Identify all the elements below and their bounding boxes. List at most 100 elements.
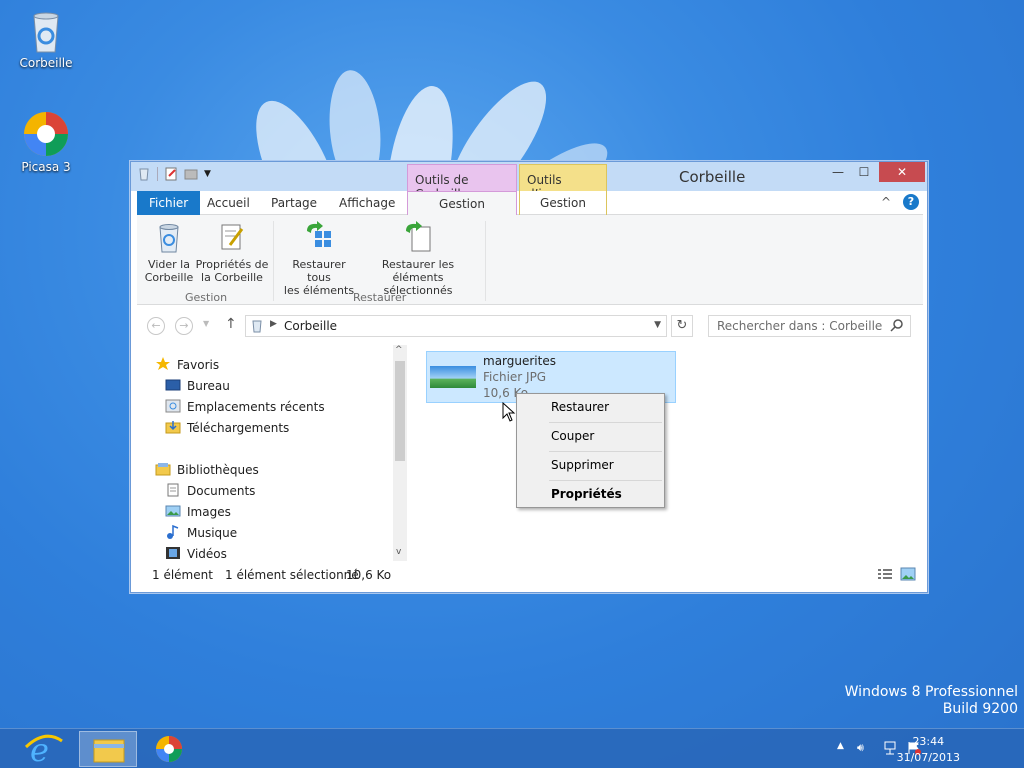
desktop-icon-label: Picasa 3: [21, 160, 71, 174]
tab-affichage[interactable]: Affichage: [327, 191, 407, 215]
properties-icon: [216, 221, 248, 253]
mouse-cursor-icon: [502, 401, 516, 425]
address-dropdown-icon[interactable]: ▼: [654, 320, 661, 330]
empty-bin-label-2: Corbeille: [144, 271, 194, 284]
nav-item-music[interactable]: Musique: [165, 523, 237, 543]
menu-item-proprietes[interactable]: Propriétés: [519, 481, 662, 508]
recent-places-icon: [165, 399, 181, 413]
volume-icon[interactable]: 🔊︎: [857, 741, 864, 755]
title-bar[interactable]: ▼ Outils de Corbeille Outils d’image Cor…: [131, 162, 927, 201]
windows-watermark: Windows 8 Professionnel Build 9200: [845, 684, 1018, 718]
music-icon: [165, 524, 181, 539]
nav-item-bureau[interactable]: Bureau: [165, 376, 230, 396]
picasa-icon: [156, 736, 182, 762]
scroll-down-icon[interactable]: v: [396, 547, 401, 557]
menu-item-couper[interactable]: Couper: [519, 423, 662, 450]
videos-icon: [165, 546, 181, 560]
nav-favorites[interactable]: Favoris: [155, 355, 219, 375]
status-selected: 1 élément sélectionné: [225, 568, 359, 582]
taskbar-internet-explorer[interactable]: e: [16, 731, 74, 768]
internet-explorer-icon: e: [24, 731, 63, 768]
restore-all-icon: [303, 221, 335, 253]
bin-properties-button[interactable]: Propriétés de la Corbeille: [195, 221, 269, 284]
breadcrumb-chevron-icon[interactable]: ▶: [270, 319, 277, 329]
back-button[interactable]: ←: [147, 317, 165, 335]
help-icon[interactable]: ?: [903, 194, 919, 210]
explorer-window: ▼ Outils de Corbeille Outils d’image Cor…: [130, 161, 928, 593]
menu-item-restaurer[interactable]: Restaurer: [519, 394, 662, 421]
group-separator: [485, 221, 486, 301]
ribbon-panel: Vider la Corbeille Propriétés de la Corb…: [137, 215, 923, 305]
breadcrumb-corbeille[interactable]: Corbeille: [284, 319, 337, 333]
navigation-bar: ← → ▼ ↑ ▶ Corbeille ▼ ↻ Rechercher dans …: [137, 305, 923, 345]
nav-item-label: Musique: [187, 526, 238, 540]
watermark-edition: Windows 8 Professionnel: [844, 684, 1018, 700]
window-title: Corbeille: [679, 168, 746, 186]
nav-item-downloads[interactable]: Téléchargements: [165, 418, 289, 438]
nav-item-label: Vidéos: [187, 547, 227, 561]
star-icon: [155, 357, 171, 371]
collapse-ribbon-icon[interactable]: ^: [881, 195, 891, 209]
close-button[interactable]: ✕: [879, 162, 925, 182]
restore-selected-button[interactable]: Restaurer les éléments sélectionnés: [359, 221, 477, 297]
details-view-icon[interactable]: [877, 567, 893, 584]
search-icon[interactable]: [890, 318, 904, 335]
desktop: { "desktop": { "icons": [ {"label": "Cor…: [0, 0, 1024, 768]
tab-fichier[interactable]: Fichier: [137, 191, 201, 215]
scroll-up-icon[interactable]: ^: [395, 345, 403, 355]
nav-pane-scrollbar[interactable]: ^ v: [393, 345, 407, 561]
taskbar-file-explorer[interactable]: [79, 731, 137, 767]
separator: [157, 167, 158, 181]
desktop-icon-recycle-bin[interactable]: Corbeille: [11, 6, 81, 70]
minimize-button[interactable]: —: [825, 162, 851, 182]
desktop-icon-label: Corbeille: [19, 56, 73, 70]
show-hidden-icons-button[interactable]: ▲: [837, 741, 844, 751]
picasa-icon: [22, 110, 70, 158]
nav-item-label: Téléchargements: [187, 421, 290, 435]
tab-partage[interactable]: Partage: [259, 191, 329, 215]
status-item-count: 1 élément: [152, 568, 213, 582]
recycle-bin-icon: [22, 6, 70, 54]
desktop-icon-picasa[interactable]: Picasa 3: [11, 110, 81, 174]
file-type: Fichier JPG: [483, 370, 547, 384]
context-tab-group-recycle-tools: Outils de Corbeille: [407, 164, 517, 201]
restore-all-label-1: Restaurer tous: [292, 258, 346, 284]
file-list-area[interactable]: marguerites Fichier JPG 10,6 Ko: [411, 345, 923, 561]
menu-item-supprimer[interactable]: Supprimer: [519, 452, 662, 479]
refresh-button[interactable]: ↻: [671, 315, 693, 337]
empty-bin-label-1: Vider la: [148, 258, 190, 271]
restore-all-button[interactable]: Restaurer tous les éléments: [279, 221, 359, 297]
large-icons-view-icon[interactable]: [900, 567, 916, 584]
search-input[interactable]: Rechercher dans : Corbeille: [717, 319, 882, 333]
properties-qat-icon[interactable]: [164, 167, 178, 181]
up-button[interactable]: ↑: [225, 316, 237, 332]
forward-button[interactable]: →: [175, 317, 193, 335]
ribbon-tab-bar: Fichier Accueil Partage Affichage Gestio…: [137, 191, 923, 216]
nav-item-images[interactable]: Images: [165, 502, 231, 522]
new-folder-qat-icon[interactable]: [184, 167, 198, 181]
nav-item-recent[interactable]: Emplacements récents: [165, 397, 325, 417]
customize-qat-dropdown-icon[interactable]: ▼: [204, 167, 218, 181]
clock-time: 23:44: [912, 735, 945, 748]
restore-selected-icon: [402, 221, 434, 253]
taskbar: e ▲ 🔊︎ 23:44 31/07/2013: [0, 728, 1024, 768]
bin-properties-label-1: Propriétés de: [195, 258, 269, 271]
tab-accueil[interactable]: Accueil: [195, 191, 262, 215]
search-box[interactable]: Rechercher dans : Corbeille: [708, 315, 911, 337]
tab-gestion-recycle[interactable]: Gestion: [407, 191, 517, 216]
taskbar-picasa[interactable]: [140, 731, 198, 767]
clock[interactable]: 23:44 31/07/2013: [897, 734, 960, 766]
empty-bin-button[interactable]: Vider la Corbeille: [143, 221, 195, 284]
tab-gestion-image[interactable]: Gestion: [519, 191, 607, 215]
nav-item-documents[interactable]: Documents: [165, 481, 255, 501]
scrollbar-thumb[interactable]: [395, 361, 405, 461]
network-icon[interactable]: [883, 741, 897, 758]
group-label-gestion: Gestion: [185, 291, 228, 304]
maximize-button[interactable]: ☐: [851, 162, 877, 182]
nav-libraries[interactable]: Bibliothèques: [155, 460, 259, 480]
file-explorer-icon: [93, 739, 125, 763]
nav-item-label: Documents: [187, 484, 256, 498]
address-bar[interactable]: ▶ Corbeille ▼: [245, 315, 667, 337]
recent-locations-dropdown-icon[interactable]: ▼: [203, 319, 209, 328]
restore-selected-label-1: Restaurer les éléments: [381, 258, 455, 284]
